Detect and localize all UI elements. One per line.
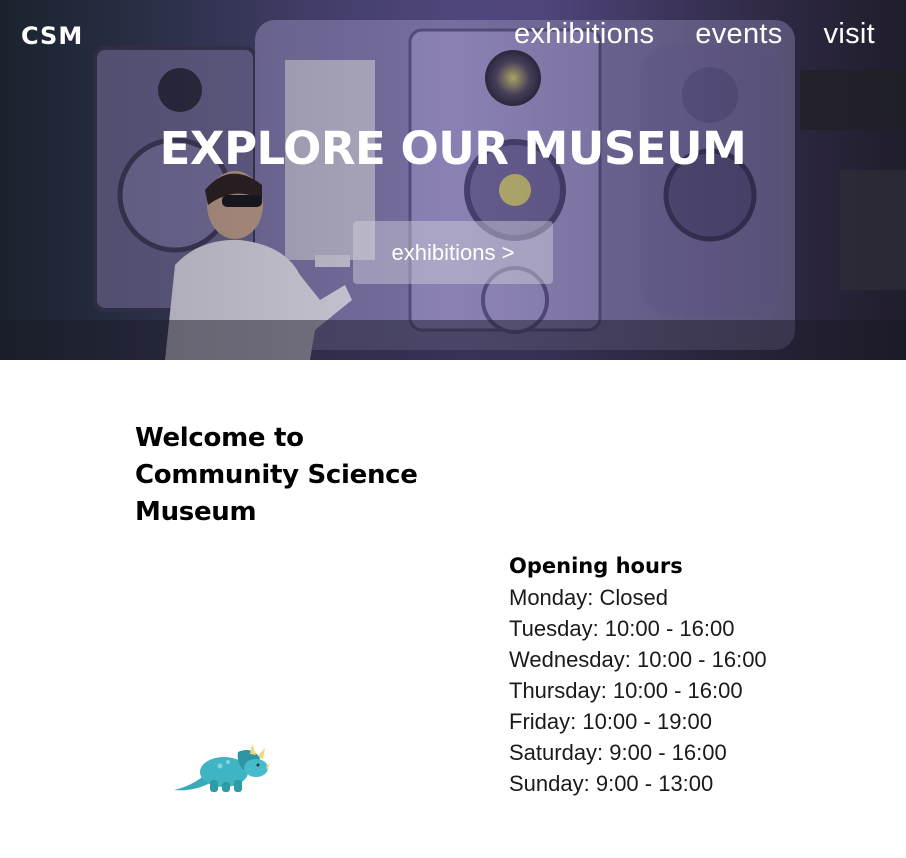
hours-saturday: Saturday: 9:00 - 16:00 [509, 740, 727, 765]
opening-hours: Opening hours Monday: Closed Tuesday: 10… [509, 551, 889, 799]
opening-hours-title: Opening hours [509, 554, 683, 578]
hours-thursday: Thursday: 10:00 - 16:00 [509, 678, 743, 703]
hero-banner: CSM exhibitions events visit EXPLORE OUR… [0, 0, 906, 360]
hours-tuesday: Tuesday: 10:00 - 16:00 [509, 616, 735, 641]
exhibitions-button[interactable]: exhibitions > [353, 221, 553, 284]
hours-monday: Monday: Closed [509, 585, 668, 610]
welcome-line-3: Museum [135, 497, 257, 527]
main-nav: exhibitions events visit [514, 18, 875, 51]
site-logo[interactable]: CSM [21, 22, 83, 50]
hours-friday: Friday: 10:00 - 19:00 [509, 709, 713, 734]
hours-wednesday: Wednesday: 10:00 - 16:00 [509, 647, 767, 672]
dinosaur-icon [174, 744, 270, 792]
hero-overlay [0, 0, 906, 360]
nav-events[interactable]: events [695, 18, 782, 51]
welcome-line-1: Welcome to [135, 423, 304, 453]
nav-visit[interactable]: visit [824, 18, 875, 51]
hours-sunday: Sunday: 9:00 - 13:00 [509, 771, 714, 796]
hero-title: EXPLORE OUR MUSEUM [159, 122, 747, 175]
welcome-line-2: Community Science [135, 460, 418, 490]
nav-exhibitions[interactable]: exhibitions [514, 18, 654, 51]
welcome-heading: Welcome to Community Science Museum [135, 420, 435, 531]
